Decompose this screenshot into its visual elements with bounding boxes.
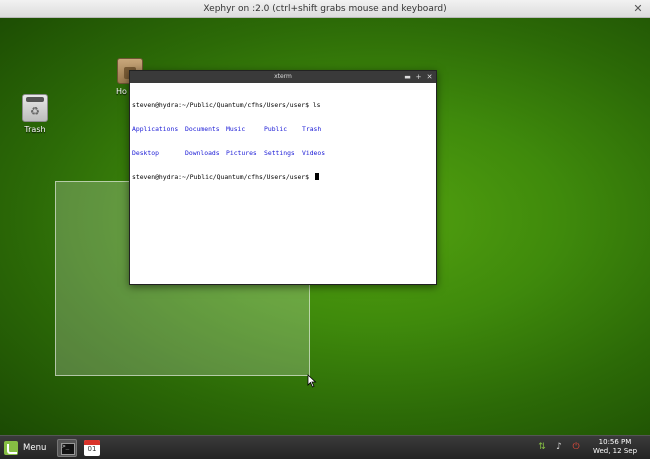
trash-label: Trash <box>24 125 46 134</box>
ls-entry: Public <box>264 125 288 133</box>
menu-label: Menu <box>23 443 47 453</box>
text-cursor <box>314 173 319 180</box>
ls-entry: Desktop <box>132 149 159 157</box>
terminal-line: steven@hydra:~/Public/Quantum/cfhs/Users… <box>132 101 321 109</box>
desktop[interactable]: Ho ♻ Trash xterm ▬ + ✕ steven@hydra:~/Pu… <box>0 18 650 435</box>
minimize-icon[interactable]: ▬ <box>404 71 411 83</box>
ls-entry: Videos <box>302 149 326 157</box>
terminal-output[interactable]: steven@hydra:~/Public/Quantum/cfhs/Users… <box>130 83 436 199</box>
xterm-window[interactable]: xterm ▬ + ✕ steven@hydra:~/Public/Quantu… <box>129 70 437 285</box>
desktop-icon-trash[interactable]: ♻ Trash <box>7 94 63 134</box>
volume-icon[interactable]: ♪ <box>553 441 565 453</box>
power-icon[interactable]: ⏻ <box>570 441 582 453</box>
mouse-pointer-icon <box>307 374 317 388</box>
xterm-titlebar[interactable]: xterm ▬ + ✕ <box>130 71 436 83</box>
system-tray: ⇅ ♪ ⏻ <box>536 441 582 453</box>
calendar-launcher-icon[interactable]: 01 <box>84 440 100 456</box>
ls-row: Applications Documents Music Public Tras… <box>132 125 434 133</box>
xephyr-titlebar: Xephyr on :2.0 (ctrl+shift grabs mouse a… <box>0 0 650 18</box>
ls-entry: Pictures <box>226 149 257 157</box>
prompt-text: steven@hydra:~/Public/Quantum/cfhs/Users… <box>132 173 313 181</box>
ls-row: Desktop Downloads Pictures Settings Vide… <box>132 149 434 157</box>
terminal-launcher-icon[interactable] <box>57 439 77 457</box>
calendar-day: 01 <box>87 445 97 453</box>
terminal-prompt: steven@hydra:~/Public/Quantum/cfhs/Users… <box>132 173 434 181</box>
ls-entry: Music <box>226 125 246 133</box>
ls-entry: Downloads <box>185 149 220 157</box>
ls-entry: Settings <box>264 149 295 157</box>
mint-logo-icon <box>4 441 18 455</box>
clock[interactable]: 10:56 PM Wed, 12 Sep <box>585 438 645 456</box>
trash-icon: ♻ <box>22 94 48 122</box>
network-icon[interactable]: ⇅ <box>536 441 548 453</box>
ls-entry: Trash <box>302 125 322 133</box>
clock-date: Wed, 12 Sep <box>592 447 638 455</box>
ls-entry: Documents <box>185 125 220 133</box>
window-title: Xephyr on :2.0 (ctrl+shift grabs mouse a… <box>203 4 447 14</box>
close-icon[interactable]: ✕ <box>426 71 433 83</box>
maximize-icon[interactable]: + <box>415 71 422 83</box>
close-icon[interactable]: ✕ <box>632 3 644 15</box>
menu-button[interactable]: Menu <box>4 440 46 456</box>
xterm-title: xterm <box>274 73 292 80</box>
ls-entry: Applications <box>132 125 179 133</box>
taskbar: Menu 01 ⇅ ♪ ⏻ 10:56 PM Wed, 12 Sep <box>0 435 650 459</box>
clock-time: 10:56 PM <box>598 438 632 446</box>
